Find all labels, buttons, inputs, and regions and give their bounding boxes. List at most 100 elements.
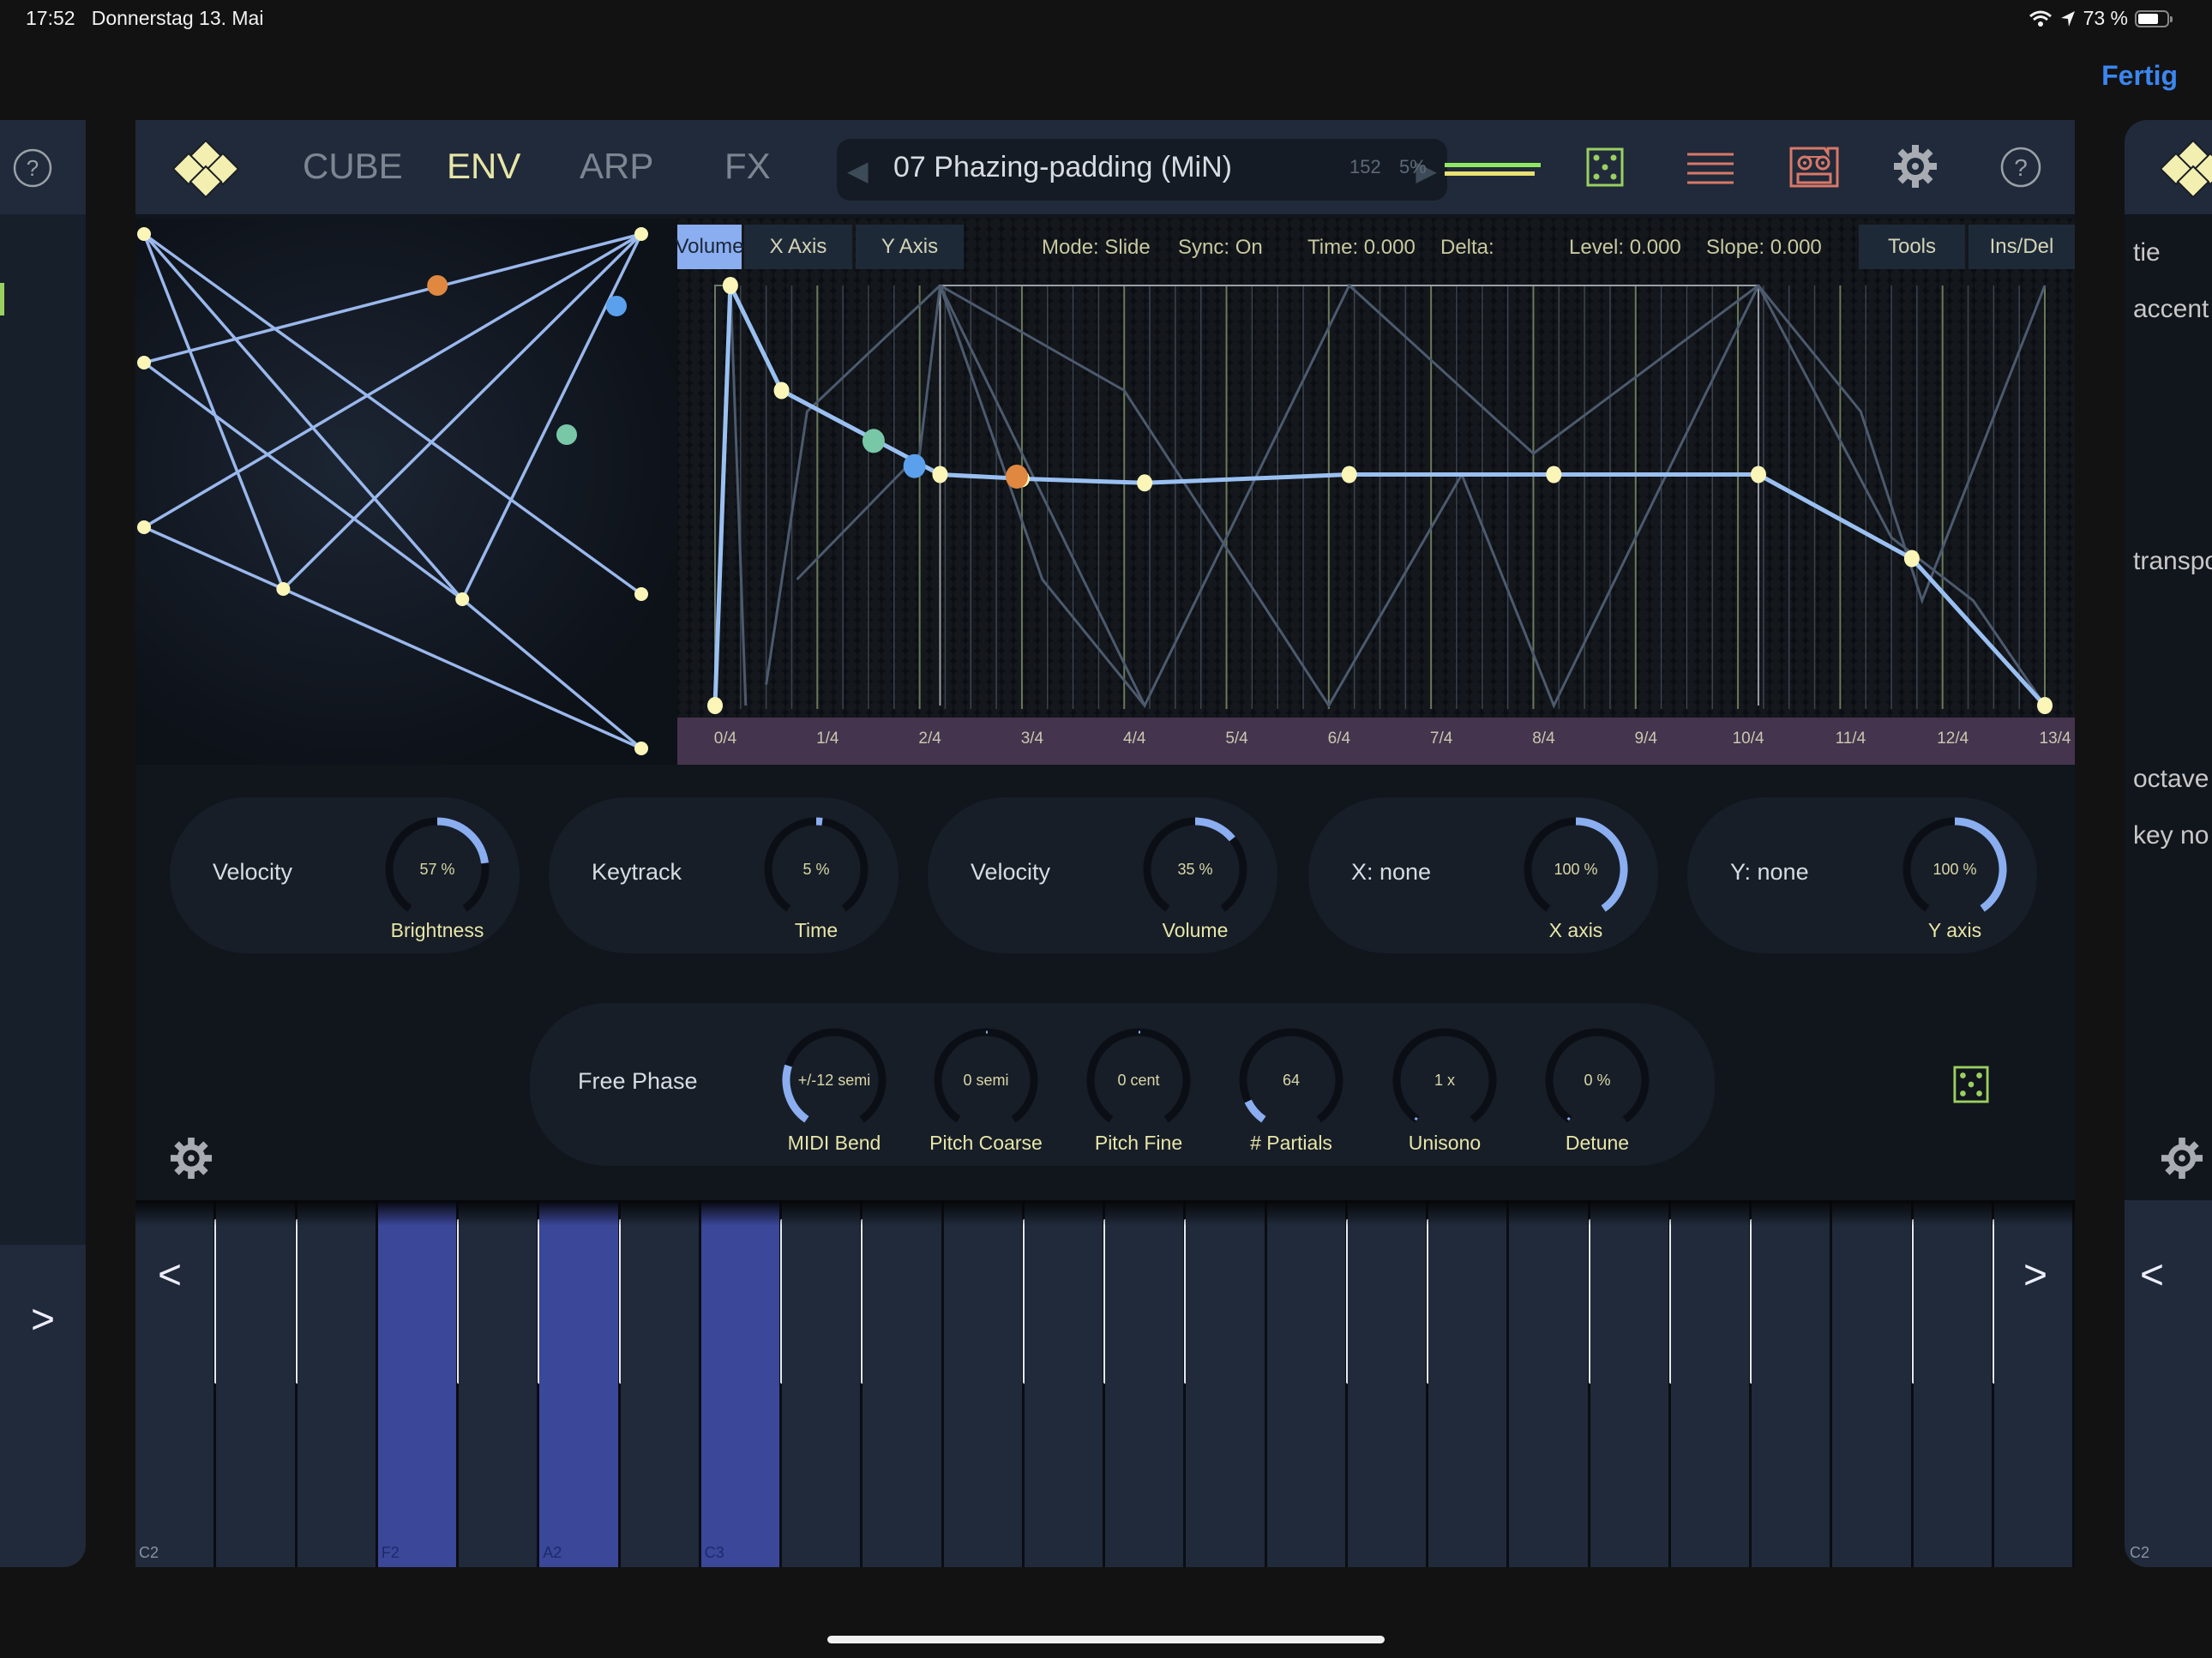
piano-key[interactable] [1266, 1200, 1348, 1567]
envelope-point[interactable] [773, 381, 790, 399]
piano-key[interactable] [1752, 1200, 1833, 1567]
mod-slot: Velocity 35 % Volume [928, 797, 1277, 953]
piano-key[interactable] [620, 1200, 701, 1567]
piano-key[interactable]: C3 [700, 1200, 782, 1567]
xy-edge [142, 232, 464, 601]
left-panel-keyboard: > [0, 1245, 86, 1567]
xy-node[interactable] [455, 592, 470, 606]
keyboard-next-button[interactable]: > [31, 1296, 55, 1343]
dice-icon[interactable] [1953, 1065, 1989, 1104]
piano-key[interactable] [1428, 1200, 1510, 1567]
env-sync[interactable]: Sync: On [1178, 236, 1263, 260]
envelope-point[interactable] [1341, 466, 1357, 484]
xy-edge [460, 233, 643, 600]
keyboard-prev-button[interactable]: < [2140, 1252, 2164, 1299]
piano-key[interactable] [1024, 1200, 1105, 1567]
piano-key[interactable] [1670, 1200, 1752, 1567]
menu-lines-icon[interactable] [1686, 152, 1735, 184]
piano-key[interactable] [943, 1200, 1025, 1567]
mod-target[interactable]: X axis [1507, 919, 1644, 942]
piano-key[interactable] [1347, 1200, 1428, 1567]
env-tab-y-axis[interactable]: Y Axis [856, 225, 964, 269]
mod-source[interactable]: X: none [1351, 859, 1431, 886]
piano-key[interactable] [1509, 1200, 1590, 1567]
env-insdel-button[interactable]: Ins/Del [1969, 225, 2075, 269]
keyboard-prev-button[interactable]: < [158, 1252, 182, 1299]
help-icon[interactable]: ? [12, 147, 53, 189]
envelope-point[interactable] [1750, 466, 1766, 484]
piano-key[interactable] [863, 1200, 944, 1567]
xy-node[interactable] [276, 582, 291, 596]
env-tools-button[interactable]: Tools [1859, 225, 1965, 269]
panel-header: CUBE ENV ARP FX ◀ 07 Phazing-padding (Mi… [135, 120, 2075, 214]
settings-gear-icon[interactable] [2161, 1137, 2203, 1180]
piano-key[interactable] [1186, 1200, 1267, 1567]
mod-target[interactable]: Time [748, 919, 885, 942]
keyboard-next-button[interactable]: > [2023, 1252, 2047, 1299]
xy-node[interactable] [634, 227, 648, 241]
env-tab-volume[interactable]: Volume [675, 225, 744, 269]
envelope-point[interactable] [2037, 697, 2053, 714]
piano-key[interactable] [1913, 1200, 1994, 1567]
settings-gear-icon[interactable] [170, 1137, 213, 1180]
done-button[interactable]: Fertig [2101, 60, 2178, 92]
env-tab-x-axis[interactable]: X Axis [744, 225, 852, 269]
preset-prev-button[interactable]: ◀ [847, 154, 869, 187]
envelope-marker[interactable] [903, 454, 926, 478]
mod-source[interactable]: Keytrack [592, 859, 682, 886]
tab-arp[interactable]: ARP [580, 146, 653, 187]
knob-value: 100 % [1554, 861, 1598, 878]
envelope-point[interactable] [1903, 550, 1920, 568]
piano-key[interactable]: A2 [539, 1200, 621, 1567]
mod-slot: Y: none 100 % Y axis [1687, 797, 2037, 953]
gear-icon[interactable] [1893, 144, 1938, 189]
xy-pad-graph[interactable] [135, 219, 677, 765]
help-icon[interactable]: ? [1999, 146, 2042, 189]
xy-marker[interactable] [556, 424, 577, 445]
mod-target[interactable]: Volume [1127, 919, 1264, 942]
key-label: F2 [381, 1544, 400, 1561]
tape-recorder-icon[interactable] [1788, 146, 1840, 189]
envelope-point[interactable] [1137, 474, 1153, 492]
phase-mode-label[interactable]: Free Phase [578, 1068, 698, 1095]
piano-key[interactable] [216, 1200, 298, 1567]
home-indicator[interactable] [827, 1636, 1385, 1643]
dice-icon[interactable] [1586, 147, 1624, 187]
xy-edge [282, 232, 643, 591]
envelope-marker[interactable] [1005, 464, 1028, 489]
envelope-graph[interactable] [677, 270, 2075, 718]
mod-source[interactable]: Velocity [213, 859, 292, 886]
piano-key[interactable] [459, 1200, 540, 1567]
piano-key[interactable] [1590, 1200, 1671, 1567]
piano-key[interactable] [1832, 1200, 1914, 1567]
tab-env[interactable]: ENV [447, 146, 520, 187]
xy-node[interactable] [634, 742, 648, 755]
tab-cube[interactable]: CUBE [303, 146, 403, 187]
mod-target[interactable]: Y axis [1886, 919, 2023, 942]
xy-pad[interactable] [135, 219, 677, 765]
tab-fx[interactable]: FX [724, 146, 771, 187]
envelope-point[interactable] [1546, 466, 1562, 484]
xy-node[interactable] [137, 356, 151, 369]
env-mode[interactable]: Mode: Slide [1042, 236, 1151, 260]
envelope-point[interactable] [932, 466, 948, 484]
xy-marker[interactable] [606, 296, 627, 316]
xy-node[interactable] [137, 520, 151, 534]
arp-label-key-note: key no [2133, 821, 2209, 850]
envelope-point[interactable] [722, 277, 738, 294]
key-label: C2 [139, 1544, 159, 1561]
envelope-point[interactable] [707, 697, 723, 714]
xy-node[interactable] [137, 227, 151, 241]
mod-target[interactable]: Brightness [369, 919, 506, 942]
envelope-marker[interactable] [862, 429, 885, 454]
mod-source[interactable]: Y: none [1730, 859, 1809, 886]
piano-key[interactable] [782, 1200, 863, 1567]
piano-key[interactable]: F2 [377, 1200, 459, 1567]
xy-node[interactable] [634, 587, 648, 601]
logo-icon[interactable] [163, 139, 249, 199]
preset-name[interactable]: 07 Phazing-padding (MiN) [893, 151, 1232, 184]
mod-source[interactable]: Velocity [971, 859, 1050, 886]
piano-key[interactable] [1105, 1200, 1187, 1567]
piano-key[interactable] [297, 1200, 378, 1567]
xy-marker[interactable] [427, 275, 448, 296]
